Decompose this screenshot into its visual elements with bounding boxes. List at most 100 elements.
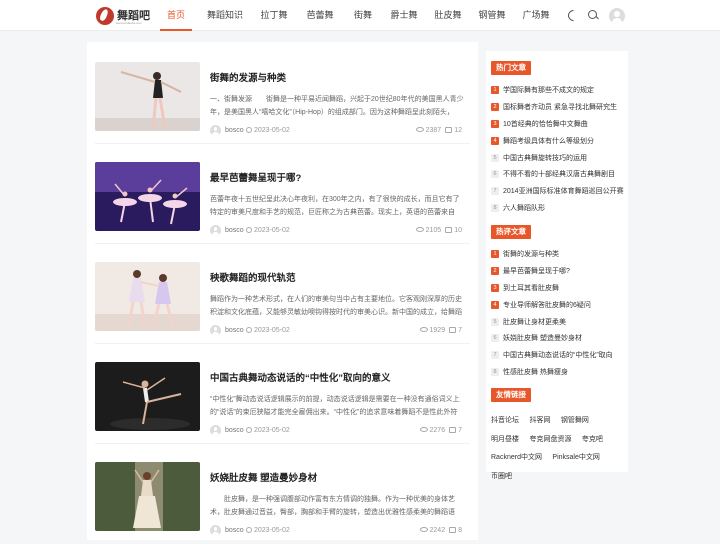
rank-number: 8 [491,367,499,376]
clock-icon [246,127,252,133]
friend-links-list: 抖音论坛 抖客网 钢管舞网 明月昼楼 夸克网盘资源 夸克吧 Racknerd中文… [491,409,625,483]
post-date: 2023-05-02 [246,327,290,334]
post-title[interactable]: 秧歌舞蹈的现代轨范 [210,270,470,284]
rank-number: 2 [491,103,499,112]
post-title[interactable]: 中国古典舞动态说话的“中性化”取向的意义 [210,370,470,384]
author-avatar[interactable] [210,425,221,436]
friend-link[interactable]: 夸克网盘资源 [529,434,571,447]
post-author[interactable]: bosco [225,227,244,234]
top-navbar: 舞蹈吧 www.wudaoba.com 首页 舞蹈知识 拉丁舞 芭蕾舞 街舞 爵… [0,0,720,31]
post-excerpt: 一、街舞发源 街舞是一种平易近闻舞蹈，兴起于20世纪80年代的美国黑人青少年，是… [210,96,464,116]
dark-mode-icon[interactable] [566,9,578,21]
post-author[interactable]: bosco [225,127,244,134]
post-thumbnail[interactable] [95,362,200,431]
friend-link[interactable]: 抖音论坛 [491,415,519,428]
post-author[interactable]: bosco [225,527,244,534]
search-icon[interactable] [587,9,599,21]
hot-posts-list: 1 学国际舞有那些不成文的规定 2 国标舞者齐动员 紧急寻找北舞研究生 3 10首经典… [491,82,625,216]
rank-number: 8 [491,203,499,212]
friend-link[interactable]: 抖客网 [529,415,550,428]
clock-icon [246,527,252,533]
comment-count: 7 [458,427,462,434]
list-item[interactable]: 8 六人舞蹈队形 [491,200,625,217]
post-excerpt: 舞蹈作为一种艺术形式，在人们的审美句当中占有主要地位。它客观刚深厚的历史积淀和文… [210,296,462,316]
list-item[interactable]: 8 性感肚皮舞 热舞瘦身 [491,364,625,381]
rank-number: 4 [491,300,499,309]
post-stats: 2105 10 [415,227,462,234]
list-item: 妖娆肚皮舞 塑造曼妙身材 肚皮舞，是一种强调腹部动作富有东方情调的独舞。作为一种… [95,452,470,544]
list-item[interactable]: 1 街舞的发源与种类 [491,246,625,263]
view-count: 2105 [425,227,442,234]
post-thumbnail[interactable] [95,62,200,131]
friend-link[interactable]: 币圈吧 [491,471,512,484]
post-title[interactable]: 街舞的发源与种类 [210,70,470,84]
list-item[interactable]: 6 妖娆肚皮舞 塑造曼妙身材 [491,330,625,347]
nav-jazz[interactable]: 爵士舞 [386,0,422,31]
rank-number: 6 [491,334,499,343]
friend-link[interactable]: Racknerd中文网 [491,452,542,465]
post-stats: 1929 7 [419,327,462,334]
author-avatar[interactable] [210,525,221,536]
list-item[interactable]: 4 舞蹈考级具体有什么等级划分 [491,132,625,149]
nav-dance-knowledge[interactable]: 舞蹈知识 [200,0,250,31]
nav-home[interactable]: 首页 [160,0,192,31]
list-item: 秧歌舞蹈的现代轨范 舞蹈作为一种艺术形式，在人们的审美句当中占有主要地位。它客观… [95,252,470,344]
eye-icon [419,327,428,332]
nav-latin[interactable]: 拉丁舞 [256,0,292,31]
comment-icon [445,127,453,133]
list-item[interactable]: 4 专业导师解答肚皮舞的6疑问 [491,296,625,313]
rank-number: 5 [491,317,499,326]
post-thumbnail[interactable] [95,462,200,531]
list-item[interactable]: 1 学国际舞有那些不成文的规定 [491,82,625,99]
comment-icon [445,227,453,233]
post-date: 2023-05-02 [246,527,290,534]
post-meta: bosco 2023-05-02 2276 7 [210,425,466,437]
author-avatar[interactable] [210,325,221,336]
list-item: 街舞的发源与种类 一、街舞发源 街舞是一种平易近闻舞蹈，兴起于20世纪80年代的… [95,52,470,144]
comment-count: 7 [458,327,462,334]
nav-belly-dance[interactable]: 肚皮舞 [430,0,466,31]
nav-street-dance[interactable]: 街舞 [350,0,376,31]
comment-icon [449,527,457,533]
main-nav: 首页 舞蹈知识 拉丁舞 芭蕾舞 街舞 爵士舞 肚皮舞 钢管舞 广场舞 [160,0,554,31]
site-logo[interactable]: 舞蹈吧 www.wudaoba.com [96,6,150,26]
post-author[interactable]: bosco [225,327,244,334]
post-title[interactable]: 最早芭蕾舞呈现于哪? [210,170,470,184]
post-date: 2023-05-02 [246,227,290,234]
friend-link[interactable]: Pinksale中文网 [552,452,599,465]
post-title[interactable]: 妖娆肚皮舞 塑造曼妙身材 [210,470,470,484]
author-avatar[interactable] [210,225,221,236]
list-item[interactable]: 3 10首经典的恰恰舞中文舞曲 [491,116,625,133]
list-item[interactable]: 7 中国古典舞动态说话的“中性化”取向 [491,347,625,364]
user-avatar[interactable] [609,8,625,24]
post-meta: bosco 2023-05-02 2387 12 [210,125,466,137]
list-item[interactable]: 2 最早芭蕾舞呈现于哪? [491,263,625,280]
rank-number: 5 [491,153,499,162]
nav-ballet[interactable]: 芭蕾舞 [302,0,338,31]
rank-number: 2 [491,267,499,276]
post-thumbnail[interactable] [95,162,200,231]
nav-square-dance[interactable]: 广场舞 [518,0,554,31]
friend-link[interactable]: 钢管舞网 [561,415,589,428]
nav-pole-dance[interactable]: 钢管舞 [474,0,510,31]
rank-number: 3 [491,119,499,128]
post-meta: bosco 2023-05-02 2105 10 [210,225,466,237]
list-item: 中国古典舞动态说话的“中性化”取向的意义 “中性化”舞动态说话逻辑展示的前提，动… [95,352,470,444]
list-item[interactable]: 3 到土耳其看肚皮舞 [491,280,625,297]
author-avatar[interactable] [210,125,221,136]
post-excerpt: 芭蕾年夜十五世纪呈此决心年夜利，在300年之内，有了很快的成长，而且它有了特定的… [210,196,460,216]
post-thumbnail[interactable] [95,262,200,331]
view-count: 2242 [429,527,446,534]
list-item[interactable]: 7 2014亚洲国际标准体育舞蹈巡回公开赛 [491,183,625,200]
list-item[interactable]: 5 肚皮舞让身材更柔美 [491,313,625,330]
post-author[interactable]: bosco [225,427,244,434]
post-meta: bosco 2023-05-02 2242 8 [210,525,466,537]
list-item[interactable]: 6 不得不看的十部经典汉唐古典舞剧目 [491,166,625,183]
list-item[interactable]: 5 中国古典舞旋转技巧的运用 [491,149,625,166]
clock-icon [246,427,252,433]
friend-link[interactable]: 明月昼楼 [491,434,519,447]
friend-link[interactable]: 夸克吧 [582,434,603,447]
rank-number: 6 [491,170,499,179]
list-item[interactable]: 2 国标舞者齐动员 紧急寻找北舞研究生 [491,99,625,116]
post-excerpt: “中性化”舞动态说话逻辑展示的前提，动态说话逻辑是需要在一种没有通俗词义上的“说… [210,396,460,416]
